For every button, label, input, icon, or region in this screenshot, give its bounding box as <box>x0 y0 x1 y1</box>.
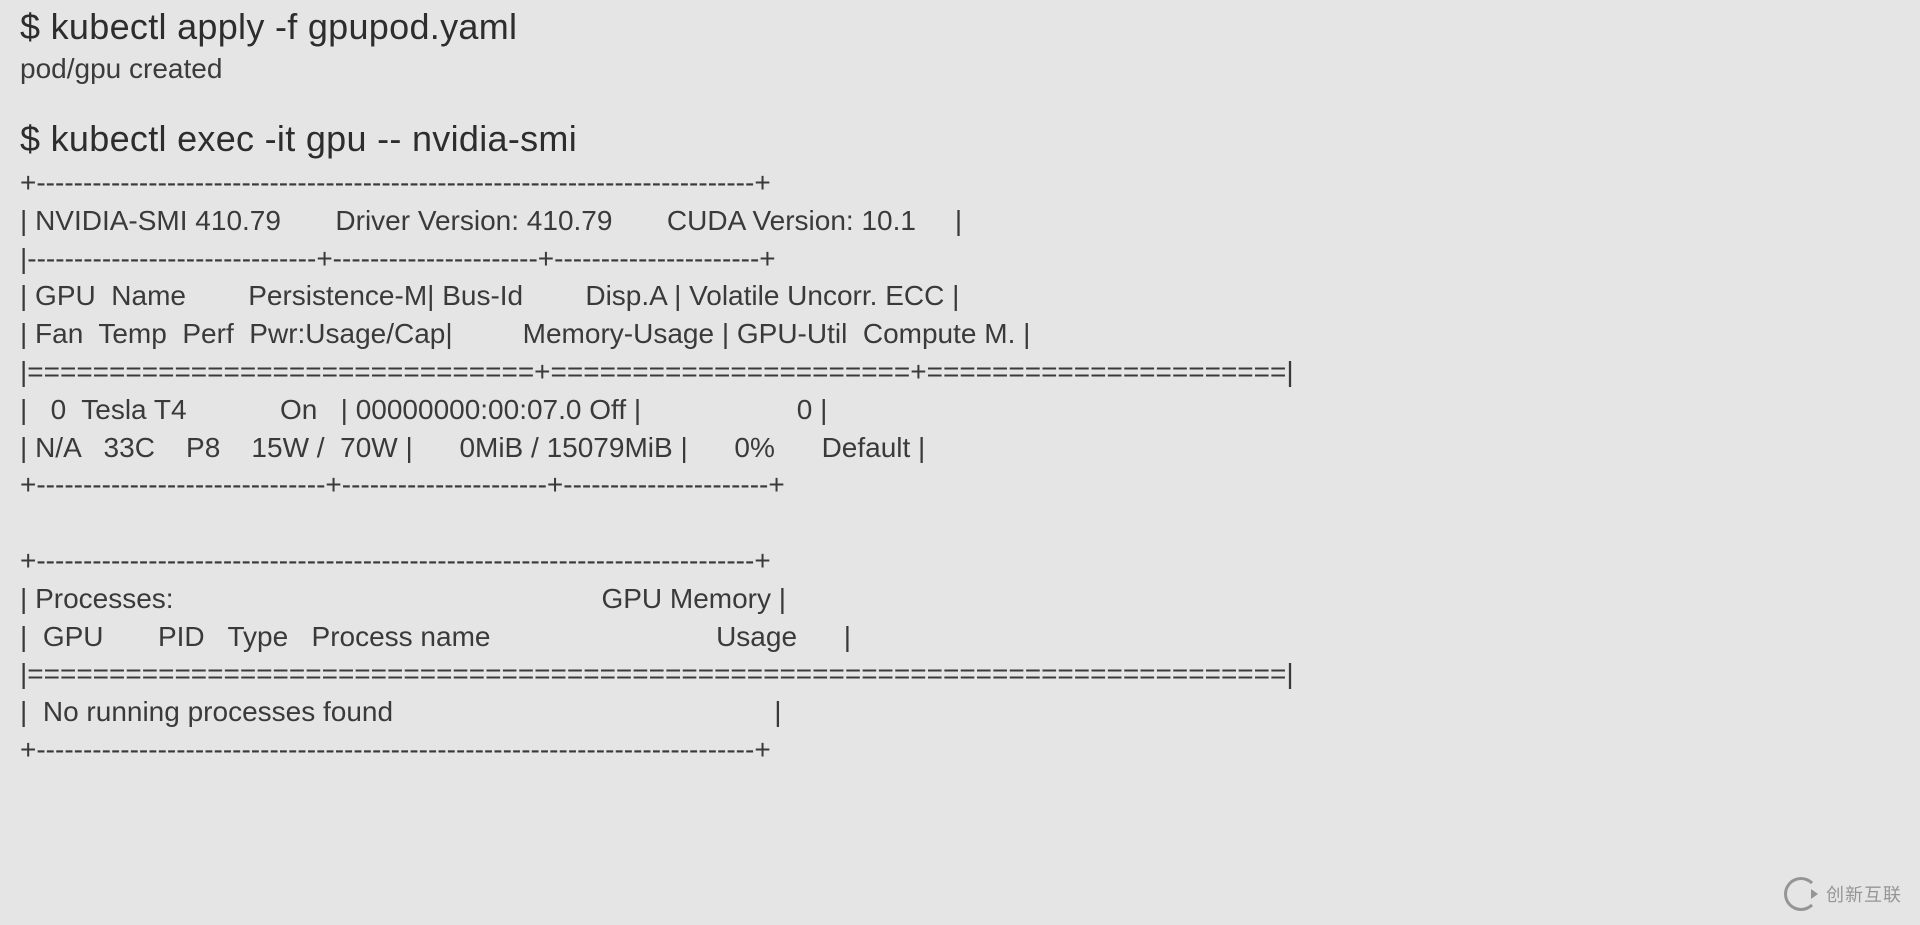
gpu-perf: P8 <box>186 432 220 463</box>
command-1-response: pod/gpu created <box>20 50 1900 88</box>
nvidia-smi-output: +---------------------------------------… <box>20 164 1900 769</box>
smi-col-headers-1: | GPU Name Persistence-M| Bus-Id Disp.A … <box>20 280 959 311</box>
smi-version: NVIDIA-SMI 410.79 <box>35 205 281 236</box>
smi-border-top: +---------------------------------------… <box>20 167 771 198</box>
processes-mem-header: GPU Memory <box>601 583 771 614</box>
command-text: kubectl exec -it gpu -- nvidia-smi <box>51 118 577 159</box>
gpu-fan: N/A <box>35 432 80 463</box>
processes-columns: | GPU PID Type Process name Usage | <box>20 621 851 652</box>
gpu-util: 0% <box>734 432 774 463</box>
driver-version: Driver Version: 410.79 <box>335 205 612 236</box>
gpu-bus-id: 00000000:00:07.0 <box>356 394 582 425</box>
gpu-mem-total: 15079MiB <box>547 432 673 463</box>
gpu-pwr-cap: 70W <box>340 432 398 463</box>
prompt-symbol: $ <box>20 118 51 159</box>
gpu-index: 0 <box>51 394 67 425</box>
gpu-temp: 33C <box>104 432 155 463</box>
cuda-version: CUDA Version: 10.1 <box>667 205 916 236</box>
processes-status: No running processes found <box>43 696 393 727</box>
command-text: kubectl apply -f gpupod.yaml <box>51 6 518 47</box>
command-line-2: $ kubectl exec -it gpu -- nvidia-smi <box>20 116 1900 162</box>
gpu-disp-a: Off <box>589 394 626 425</box>
watermark-text: 创新互联 <box>1826 881 1902 907</box>
smi-col-headers-2: | Fan Temp Perf Pwr:Usage/Cap| Memory-Us… <box>20 318 1030 349</box>
command-line-1: $ kubectl apply -f gpupod.yaml <box>20 4 1900 50</box>
gpu-persistence: On <box>280 394 317 425</box>
terminal-output: $ kubectl apply -f gpupod.yaml pod/gpu c… <box>0 0 1920 769</box>
gpu-name: Tesla T4 <box>81 394 186 425</box>
processes-title: Processes: <box>35 583 174 614</box>
watermark: 创新互联 <box>1784 877 1902 911</box>
gpu-pwr-usage: 15W <box>251 432 309 463</box>
watermark-logo-icon <box>1784 877 1818 911</box>
prompt-symbol: $ <box>20 6 51 47</box>
gpu-mem-used: 0MiB <box>459 432 523 463</box>
gpu-compute-mode: Default <box>822 432 911 463</box>
gpu-ecc: 0 <box>797 394 813 425</box>
